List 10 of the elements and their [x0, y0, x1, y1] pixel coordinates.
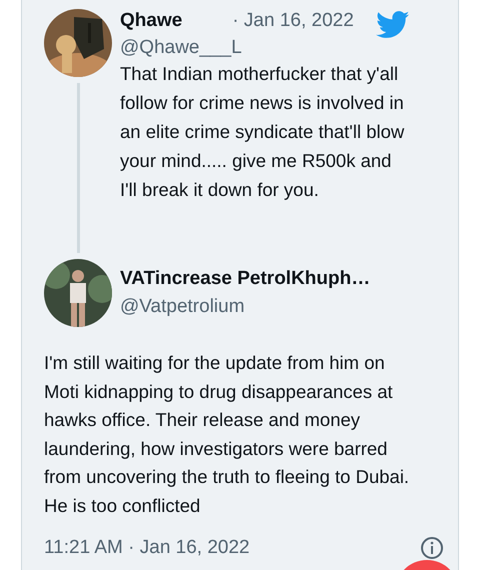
tweet-date: · Jan 16, 2022 [232, 10, 354, 32]
info-icon[interactable] [420, 536, 444, 560]
bird-icon [376, 11, 410, 39]
tweet-text: That Indian motherfucker that y'all follow for crime news is involved in an elite crime syndicate that'll blow your mind..... give me R500k and I'll break it down for you. [120, 62, 405, 202]
author-handle: @Qhawe___L [120, 37, 243, 59]
author-name: Qhawe [120, 10, 182, 32]
tweet-timestamp: 11:21 AM · Jan 16, 2022 [44, 537, 250, 559]
tweet-text: I'm still waiting for the update from him on Moti kidnapping to drug disappearances at hawks office. Their release and money laundering, how investigators were barred from uncovering the truth to fleeing to Dubai. He is too conflicted [44, 351, 410, 518]
author-name: VATincrease PetrolKhuph… [120, 268, 370, 290]
author-handle: @Vatpetrolium [120, 296, 246, 318]
